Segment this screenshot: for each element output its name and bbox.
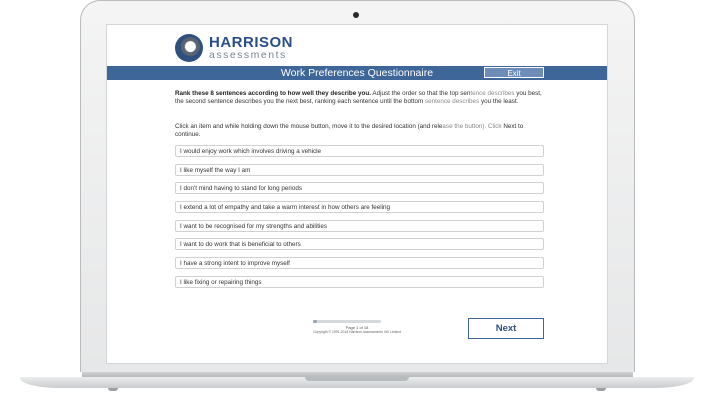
instructions-line1: Adjust the order so that the top sen [370, 90, 471, 97]
rank-item-4[interactable]: I extend a lot of empathy and take a war… [175, 201, 544, 213]
exit-button[interactable]: Exit [484, 67, 544, 78]
rank-item-7[interactable]: I have a strong intent to improve myself [175, 257, 544, 269]
logo-main-text: HARRISON [209, 34, 294, 52]
page-title: Work Preferences Questionnaire [280, 67, 434, 79]
instructions-line2-fade: sentence describes [424, 98, 480, 106]
ranking-instructions: Rank these 8 sentences according to how … [175, 90, 546, 106]
progress-bar [313, 320, 381, 323]
copyright-text: Copyright © 1991-2018 Harrison Assessmen… [313, 330, 401, 334]
laptop-foot-left [108, 388, 118, 391]
drag-instructions-fade: ase the button). Click [442, 123, 502, 130]
laptop-opening-notch [305, 377, 409, 381]
rank-item-6[interactable]: I want to do work that is beneficial to … [175, 238, 544, 250]
laptop-screen: HARRISON assessments Work Preferences Qu… [106, 24, 608, 364]
instructions-bold: Rank these 8 sentences according to how … [175, 90, 371, 97]
laptop-foot-right [596, 388, 606, 391]
rank-item-3[interactable]: I don't mind having to stand for long pe… [175, 182, 544, 194]
instructions-line1-fade: tence describes [470, 90, 515, 97]
drag-instructions: Click an item and while holding down the… [175, 123, 546, 139]
harrison-logo: HARRISON assessments [175, 33, 293, 63]
logo-sub-text: assessments [209, 49, 287, 62]
drag-instructions-text: Click an item and while holding down the… [175, 123, 443, 130]
instructions-line3: you the least. [480, 98, 519, 106]
rank-item-2[interactable]: I like myself the way I am [175, 164, 544, 176]
rank-item-5[interactable]: I want to be recognised for my strengths… [175, 220, 544, 232]
rank-item-1[interactable]: I would enjoy work which involves drivin… [175, 145, 544, 157]
progress-bar-fill [313, 320, 318, 323]
rank-item-8[interactable]: I like fixing or repairing things [175, 276, 544, 288]
camera-icon [353, 12, 359, 18]
harrison-logo-icon [175, 34, 203, 62]
next-button[interactable]: Next [468, 318, 544, 339]
